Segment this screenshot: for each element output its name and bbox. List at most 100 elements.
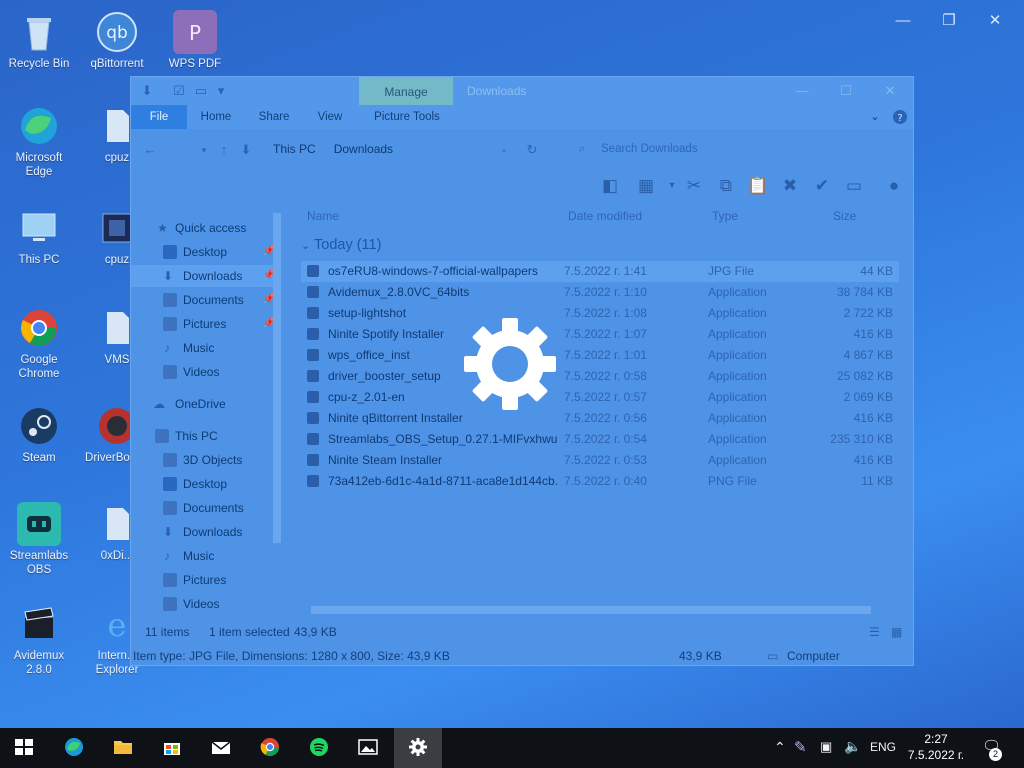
nav-pc-documents[interactable]: Documents bbox=[131, 497, 281, 519]
taskbar-edge[interactable] bbox=[50, 728, 98, 768]
column-header-size[interactable]: Size bbox=[833, 209, 856, 223]
nav-pc-downloads[interactable]: ⬇ Downloads bbox=[131, 521, 281, 543]
window-minimize-button[interactable]: — bbox=[791, 81, 813, 101]
taskbar-chrome[interactable] bbox=[246, 728, 294, 768]
refresh-icon[interactable]: ↻ bbox=[523, 141, 541, 159]
cut-icon[interactable]: ✂ bbox=[683, 175, 705, 197]
copy-icon[interactable]: ⧉ bbox=[715, 175, 737, 197]
close-button[interactable]: ✕ bbox=[982, 8, 1008, 34]
layout-dropdown-icon[interactable]: ▾ bbox=[661, 175, 683, 197]
desktop-icon-google-chrome[interactable]: Google Chrome bbox=[4, 306, 74, 381]
taskbar-file-explorer[interactable] bbox=[99, 728, 147, 768]
large-icons-view-icon[interactable]: ▦ bbox=[891, 621, 902, 643]
taskbar-settings[interactable] bbox=[394, 728, 442, 768]
breadcrumb[interactable]: This PC Downloads bbox=[273, 142, 411, 156]
taskbar-spotify[interactable] bbox=[295, 728, 343, 768]
column-header-date[interactable]: Date modified bbox=[568, 209, 642, 223]
nav-3d-objects[interactable]: 3D Objects bbox=[131, 449, 281, 471]
nav-quick-downloads[interactable]: ⬇ Downloads 📌 bbox=[131, 265, 281, 287]
group-header-today[interactable]: ⌄ Today (11) bbox=[301, 237, 381, 253]
nav-quick-desktop[interactable]: Desktop 📌 bbox=[131, 241, 281, 263]
network-icon[interactable]: ▣ bbox=[820, 739, 832, 755]
desktop-icon-streamlabs-obs[interactable]: Streamlabs OBS bbox=[4, 502, 74, 577]
minimize-button[interactable]: — bbox=[890, 8, 916, 34]
breadcrumb-downloads[interactable]: Downloads bbox=[334, 142, 393, 156]
folder-icon[interactable]: ▭ bbox=[193, 83, 209, 99]
taskbar-photos[interactable] bbox=[344, 728, 392, 768]
nav-onedrive[interactable]: ☁ OneDrive bbox=[131, 393, 281, 415]
globe-icon[interactable]: ● bbox=[883, 175, 905, 197]
tab-manage[interactable]: Manage bbox=[359, 77, 453, 107]
delete-icon[interactable]: ✖ bbox=[779, 175, 801, 197]
rename-icon[interactable]: ▭ bbox=[843, 175, 865, 197]
help-icon[interactable]: ? bbox=[891, 105, 909, 129]
taskbar-mail[interactable] bbox=[197, 728, 245, 768]
nav-scrollbar-thumb[interactable] bbox=[273, 213, 281, 543]
checkbox-icon[interactable]: ☑ bbox=[171, 83, 187, 99]
forward-arrow-icon[interactable]: → bbox=[171, 141, 189, 159]
nav-quick-documents[interactable]: Documents 📌 bbox=[131, 289, 281, 311]
window-close-button[interactable]: ✕ bbox=[879, 81, 901, 101]
paste-icon[interactable]: 📋 bbox=[747, 175, 769, 197]
desktop-icon-this-pc[interactable]: This PC bbox=[4, 206, 74, 267]
horizontal-scrollbar[interactable] bbox=[297, 603, 911, 617]
breadcrumb-this-pc[interactable]: This PC bbox=[273, 142, 316, 156]
nav-quick-videos[interactable]: Videos bbox=[131, 361, 281, 383]
column-header-type[interactable]: Type bbox=[712, 209, 738, 223]
volume-icon[interactable]: 🔈 bbox=[844, 738, 861, 755]
tab-picture-tools[interactable]: Picture Tools bbox=[365, 105, 449, 129]
file-row[interactable]: wps_office_inst 7.5.2022 г. 1:01 Applicati… bbox=[301, 345, 899, 366]
checkmark-icon[interactable]: ✔ bbox=[811, 175, 833, 197]
taskbar-store[interactable] bbox=[148, 728, 196, 768]
feather-icon[interactable]: ✎ bbox=[794, 738, 807, 756]
file-row[interactable]: Ninite qBittorrent Installer 7.5.2022 г. … bbox=[301, 408, 899, 429]
ribbon-expand-icon[interactable]: ⌄ bbox=[867, 105, 883, 129]
search-input[interactable]: Search Downloads bbox=[601, 137, 698, 161]
back-arrow-icon[interactable]: ← bbox=[141, 141, 159, 159]
tab-share[interactable]: Share bbox=[251, 105, 297, 129]
nav-scrollbar[interactable] bbox=[271, 203, 283, 623]
chevron-up-icon[interactable]: ⌃ bbox=[774, 739, 786, 756]
nav-pc-music[interactable]: ♪ Music bbox=[131, 545, 281, 567]
tab-home[interactable]: Home bbox=[193, 105, 239, 129]
quick-access-dropdown-icon[interactable]: ▾ bbox=[213, 83, 229, 99]
file-row[interactable]: Ninite Spotify Installer 7.5.2022 г. 1:07… bbox=[301, 324, 899, 345]
title-bar[interactable]: ⬇ ☑ ▭ ▾ Manage Downloads — ☐ ✕ bbox=[131, 77, 913, 107]
recent-locations-icon[interactable]: ▾ bbox=[195, 141, 213, 159]
tab-file[interactable]: File bbox=[131, 105, 187, 129]
file-row[interactable]: Ninite Steam Installer 7.5.2022 г. 0:53 Ap… bbox=[301, 450, 899, 471]
details-view-icon[interactable]: ☰ bbox=[869, 621, 880, 643]
desktop-icon-avidemux[interactable]: Avidemux 2.8.0 bbox=[4, 602, 74, 677]
nav-quick-music[interactable]: ♪ Music bbox=[131, 337, 281, 359]
up-arrow-icon[interactable]: ↑ bbox=[215, 141, 233, 159]
file-row[interactable]: 73a412eb-6d1c-4a1d-8711-aca8e1d144cb... 7… bbox=[301, 471, 899, 492]
column-header-name[interactable]: Name bbox=[307, 209, 339, 223]
desktop-icon-microsoft-edge[interactable]: Microsoft Edge bbox=[4, 104, 74, 179]
file-row[interactable]: cpu-z_2.01-en 7.5.2022 г. 0:57 Application… bbox=[301, 387, 899, 408]
file-row[interactable]: Avidemux_2.8.0VC_64bits 7.5.2022 г. 1:10 A… bbox=[301, 282, 899, 303]
start-button[interactable] bbox=[0, 728, 48, 768]
search-box[interactable]: ⌕ Search Downloads bbox=[571, 137, 871, 161]
desktop-icon-steam[interactable]: Steam bbox=[4, 404, 74, 465]
nav-pc-videos[interactable]: Videos bbox=[131, 593, 281, 615]
language-indicator[interactable]: ENG bbox=[870, 740, 896, 754]
layout-icon[interactable]: ▦ bbox=[635, 175, 657, 197]
file-row[interactable]: Streamlabs_OBS_Setup_0.27.1-MIFvxhwu... 7… bbox=[301, 429, 899, 450]
file-row[interactable]: setup-lightshot 7.5.2022 г. 1:08 Applicati… bbox=[301, 303, 899, 324]
nav-quick-pictures[interactable]: Pictures 📌 bbox=[131, 313, 281, 335]
nav-pc-desktop[interactable]: Desktop bbox=[131, 473, 281, 495]
nav-this-pc[interactable]: This PC bbox=[131, 425, 281, 447]
desktop-icon-qbittorrent[interactable]: qb qBittorrent bbox=[82, 10, 152, 71]
file-row[interactable]: driver_booster_setup 7.5.2022 г. 0:58 Appl… bbox=[301, 366, 899, 387]
desktop-icon-recycle-bin[interactable]: Recycle Bin bbox=[4, 10, 74, 71]
clock[interactable]: 2:27 7.5.2022 г. bbox=[900, 731, 972, 763]
restore-button[interactable]: ❐ bbox=[936, 8, 962, 34]
preview-pane-icon[interactable]: ◧ bbox=[599, 175, 621, 197]
window-maximize-button[interactable]: ☐ bbox=[835, 81, 857, 101]
nav-quick-access[interactable]: ★ Quick access bbox=[131, 217, 281, 239]
desktop-icon-wps-pdf[interactable]: P WPS PDF bbox=[160, 10, 230, 71]
file-row[interactable]: os7eRU8-windows-7-official-wallpapers 7.5… bbox=[301, 261, 899, 282]
tab-view[interactable]: View bbox=[307, 105, 353, 129]
nav-pc-pictures[interactable]: Pictures bbox=[131, 569, 281, 591]
horizontal-scrollbar-thumb[interactable] bbox=[311, 606, 871, 614]
